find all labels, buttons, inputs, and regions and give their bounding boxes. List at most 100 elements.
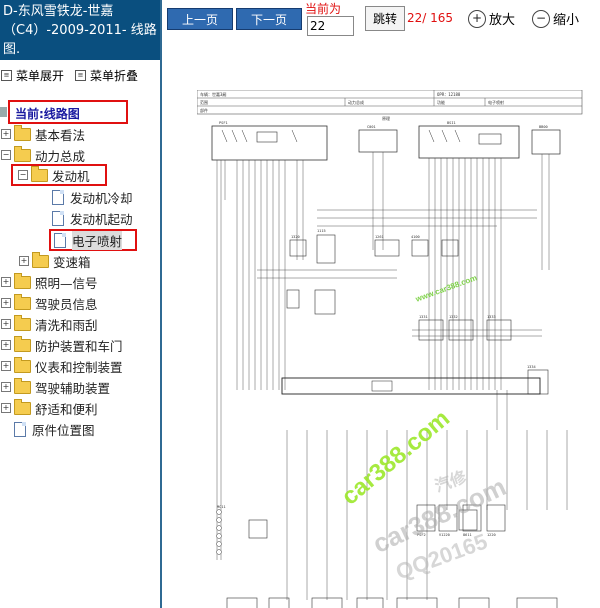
prev-page-button[interactable]: 上一页 [167,8,233,30]
header-range: 范围 [200,99,208,105]
expand-icon[interactable]: + [1,129,11,139]
tree-item-label: 动力总成 [35,148,86,164]
component-label: MC11 [217,505,226,509]
component-label: 1115 [317,229,326,233]
component-label: 1333 [487,315,496,319]
header-group: 动力总成 [348,99,364,105]
tree-item-engine-start[interactable]: 发动机起动 [52,208,133,228]
page-number-input[interactable] [307,16,354,36]
document-title: D-东风雪铁龙-世嘉（C4）-2009-2011- 线路图. [0,0,160,60]
component-label: 8611 [463,533,472,537]
zoom-out-button[interactable]: − 缩小 [532,9,579,28]
tree-item-label: 发动机 [52,168,90,184]
collapse-menu-button[interactable]: ≡ 菜单折叠 [75,67,138,84]
tree-item-gearbox[interactable]: + 变速箱 [19,251,91,271]
component-label: BB00 [539,125,548,129]
expand-menu-label: 菜单展开 [16,69,65,83]
expand-menu-button[interactable]: ≡ 菜单展开 [1,67,64,84]
schematic-label: 原理 [382,115,390,121]
tree-item-label: 电子喷射 [72,230,123,250]
folder-icon [14,272,31,289]
zoom-in-button[interactable]: + 放大 [468,9,515,28]
component-label: 1220 [487,533,496,537]
menu-bar: ≡ 菜单展开 ≡ 菜单折叠 [0,64,160,86]
document-icon [52,210,64,226]
document-icon [52,189,64,205]
current-indicator-icon [0,107,7,117]
folder-icon [14,124,31,141]
tree-item-label: 清洗和雨刮 [35,317,98,333]
current-page-label: 当前为 [305,2,342,16]
component-label: BSI1 [447,121,456,125]
jump-button[interactable]: 跳转 [365,6,405,31]
component-label: PSF1 [219,121,228,125]
tree-item-label: 基本看法 [35,127,86,143]
expand-icon: ≡ [1,70,12,81]
tree-item-label: 照明—信号 [35,275,98,291]
folder-icon [14,377,31,394]
header-part: 部件 [200,107,208,113]
tree-item-engine-cooling[interactable]: 发动机冷却 [52,187,133,207]
folder-icon [14,335,31,352]
tree-item-wash-wipe[interactable]: + 清洗和雨刮 [1,314,98,334]
current-location: 当前:线路图 [8,100,128,124]
folder-icon [32,251,49,268]
tree-item-label: 仪表和控制装置 [35,359,123,375]
component-label: C001 [367,125,376,129]
tree-item-efi[interactable]: 电子喷射 [49,229,137,251]
tree-item-driver-assist[interactable]: + 驾驶辅助装置 [1,377,110,397]
tree-item-basic[interactable]: + 基本看法 [1,124,85,144]
wiring-diagram: 车辆：世嘉3厢 OPR：12188 范围 动力总成 功能 电子喷射 部件 原理 [197,90,583,608]
expand-icon[interactable]: + [1,319,11,329]
tree-item-comfort[interactable]: + 舒适和便利 [1,398,98,418]
folder-open-icon [31,165,48,182]
zoom-in-icon: + [468,9,486,28]
folder-icon [14,293,31,310]
diagram-viewer[interactable]: 车辆：世嘉3厢 OPR：12188 范围 动力总成 功能 电子喷射 部件 原理 [162,38,600,608]
component-label: PSF2 [417,533,426,537]
tree-item-label: 驾驶辅助装置 [35,380,111,396]
component-label: 1334 [527,365,536,369]
component-label: 1332 [449,315,458,319]
folder-icon [14,314,31,331]
tree-item-driver-info[interactable]: + 驾驶员信息 [1,293,98,313]
folder-open-icon [14,145,31,162]
collapse-icon[interactable]: − [18,170,28,180]
zoom-out-icon: − [532,9,550,28]
expand-icon[interactable]: + [1,403,11,413]
expand-icon[interactable]: + [1,340,11,350]
component-label: 1320 [291,235,300,239]
tree-item-protection[interactable]: + 防护装置和车门 [1,335,123,355]
zoom-in-label: 放大 [489,13,516,28]
expand-icon[interactable]: + [19,256,29,266]
tree-item-label: 舒适和便利 [35,401,98,417]
document-icon [54,232,66,248]
tree-item-parts-location[interactable]: 原件位置图 [14,419,95,439]
tree-item-powertrain[interactable]: − 动力总成 [1,145,85,165]
folder-icon [14,356,31,373]
expand-icon[interactable]: + [1,298,11,308]
tree-item-instruments[interactable]: + 仪表和控制装置 [1,356,123,376]
tree-item-label: 发动机冷却 [70,190,133,206]
page-count: 22/ 165 [407,11,454,25]
folder-icon [14,398,31,415]
next-page-button[interactable]: 下一页 [236,8,302,30]
header-function: 功能 [437,99,445,105]
header-vehicle: 车辆：世嘉3厢 [200,91,226,97]
tree-item-engine[interactable]: − 发动机 [11,164,107,186]
component-label: 4100 [411,235,420,239]
expand-icon[interactable]: + [1,361,11,371]
tree-item-lighting[interactable]: + 照明—信号 [1,272,98,292]
expand-icon[interactable]: + [1,382,11,392]
toolbar: 上一页 下一页 当前为 跳转 22/ 165 + 放大 − 缩小 [162,0,600,38]
expand-icon[interactable]: + [1,277,11,287]
component-label: 1331 [419,315,428,319]
collapse-menu-label: 菜单折叠 [90,69,139,83]
tree-item-label: 原件位置图 [32,422,95,438]
header-function-value: 电子喷射 [488,99,504,105]
header-opr: OPR：12188 [437,92,461,97]
tree-item-label: 驾驶员信息 [35,296,98,312]
collapse-icon[interactable]: − [1,150,11,160]
tree-item-label: 发动机起动 [70,211,133,227]
tree-item-label: 防护装置和车门 [35,338,123,354]
